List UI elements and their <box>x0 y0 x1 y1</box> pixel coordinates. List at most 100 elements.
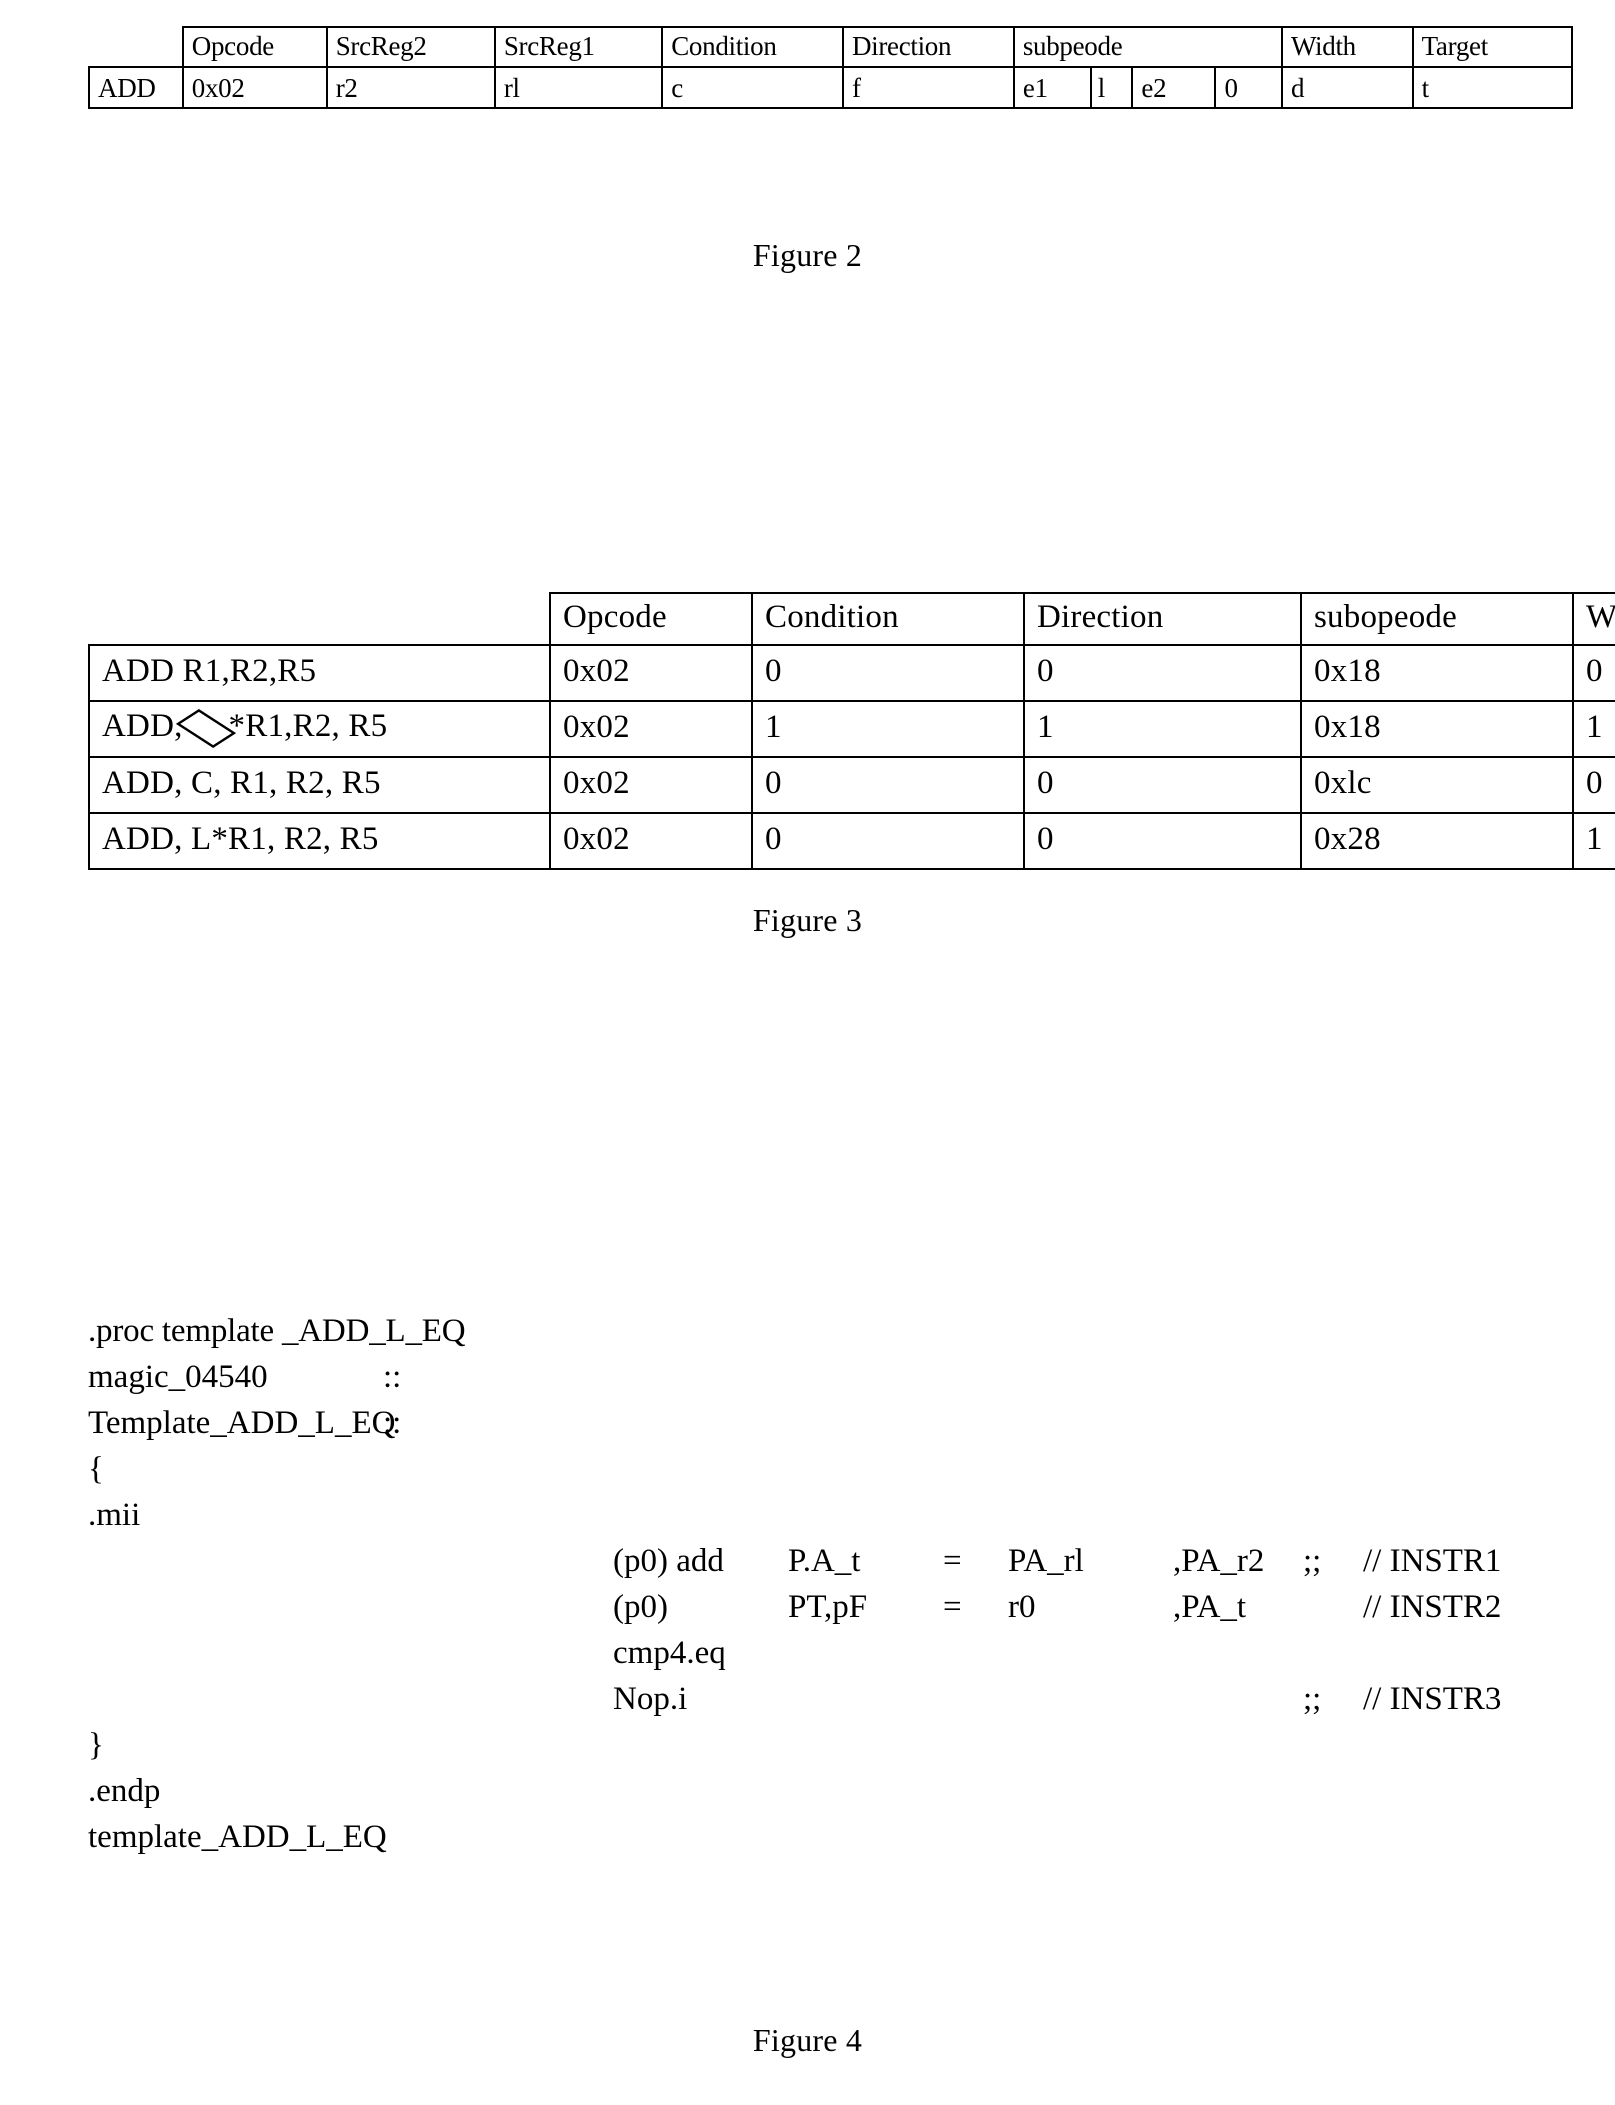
code-line: Template_ADD_L_EQ :: <box>88 1400 1588 1446</box>
cell-condition: 0 <box>751 812 1025 870</box>
cell-width: 0 <box>1572 644 1615 702</box>
code-line-instr3: Nop.i ;; // INSTR3 <box>88 1676 1588 1722</box>
code-equals: = <box>943 1543 962 1579</box>
code-separator: :: <box>383 1359 402 1395</box>
header-cell-target: Target <box>1411 26 1574 68</box>
cell-opcode: 0x02 <box>549 644 753 702</box>
code-line-instr2: (p0) PT,pF = r0 ,PA_t // INSTR2 <box>88 1584 1588 1630</box>
figure-4-code-listing: .proc template _ADD_L_EQ magic_04540 :: … <box>88 1308 1588 1860</box>
cell-opcode: 0x02 <box>549 756 753 814</box>
cell-instruction: ADD, L*R1, R2, R5 <box>88 812 551 870</box>
cell-width: 1 <box>1572 812 1615 870</box>
header-cell-subopcode: subopeode <box>1300 592 1574 646</box>
cell-condition: 0 <box>751 756 1025 814</box>
figure-2-table: Opcode SrcReg2 SrcReg1 Condition Directi… <box>88 26 1574 109</box>
cell-srcreg1: rl <box>493 66 664 109</box>
cell-condition: 1 <box>751 700 1025 758</box>
cell-direction: 1 <box>1023 700 1302 758</box>
code-equals: = <box>943 1589 962 1625</box>
code-comment: // INSTR3 <box>1363 1681 1502 1717</box>
code-src2: ,PA_t <box>1173 1589 1247 1625</box>
figure-2-container: Opcode SrcReg2 SrcReg1 Condition Directi… <box>88 26 1574 109</box>
figure-2-caption: Figure 2 <box>752 237 863 273</box>
cell-sub-e1: e1 <box>1012 66 1092 109</box>
cell-width: 1 <box>1572 700 1615 758</box>
cell-subopcode: 0x28 <box>1300 812 1574 870</box>
cell-subopcode: 0x18 <box>1300 700 1574 758</box>
code-line: cmp4.eq <box>88 1630 1588 1676</box>
cell-instruction: ADD R1,R2,R5 <box>88 644 551 702</box>
code-text: Template_ADD_L_EQ <box>88 1405 396 1441</box>
cell-instruction-prefix: ADD, <box>102 707 183 744</box>
table-row: ADD, C, R1, R2, R5 0x02 0 0 0xlc 0 <box>88 756 1615 814</box>
cell-direction: 0 <box>1023 812 1302 870</box>
code-text: { <box>88 1451 104 1487</box>
header-cell-srcreg1: SrcReg1 <box>493 26 664 68</box>
header-cell-condition: Condition <box>661 26 844 68</box>
cell-width: 0 <box>1572 756 1615 814</box>
cell-target: t <box>1411 66 1574 109</box>
code-stop-bit: ;; <box>1303 1543 1322 1579</box>
cell-instruction: ADD, *R1,R2, R5 <box>88 700 551 758</box>
cell-opcode: 0x02 <box>549 812 753 870</box>
table-header-row: Opcode SrcReg2 SrcReg1 Condition Directi… <box>89 26 1574 68</box>
code-line: { <box>88 1446 1588 1492</box>
code-text: magic_04540 <box>88 1359 268 1395</box>
code-text: template_ADD_L_EQ <box>88 1819 387 1855</box>
header-cell-subopcode: subpeode <box>1012 26 1283 68</box>
code-comment: // INSTR2 <box>1363 1589 1502 1625</box>
code-text: .endp <box>88 1773 161 1809</box>
code-separator: :: <box>383 1405 402 1441</box>
code-src1: r0 <box>1008 1589 1036 1625</box>
cell-direction: 0 <box>1023 756 1302 814</box>
code-src2: ,PA_r2 <box>1173 1543 1265 1579</box>
header-cell-condition: Condition <box>751 592 1025 646</box>
code-text: .mii <box>88 1497 141 1533</box>
cell-sub-zero: 0 <box>1214 66 1283 109</box>
code-text: cmp4.eq <box>613 1635 726 1671</box>
header-cell-direction: Direction <box>841 26 1015 68</box>
code-dest: P.A_t <box>788 1543 861 1579</box>
header-cell-opcode: Opcode <box>549 592 753 646</box>
code-line: .proc template _ADD_L_EQ <box>88 1308 1588 1354</box>
cell-opcode: 0x02 <box>181 66 328 109</box>
cell-direction: 0 <box>1023 644 1302 702</box>
code-line: } <box>88 1722 1588 1768</box>
code-predicate: (p0) <box>613 1589 668 1625</box>
code-dest: PT,pF <box>788 1589 868 1625</box>
header-cell-opcode: Opcode <box>181 26 328 68</box>
table-header-row: Opcode Condition Direction subopeode Wid… <box>89 592 1615 646</box>
figure-3-caption: Figure 3 <box>752 902 863 938</box>
header-cell-blank <box>89 27 183 67</box>
cell-opcode: 0x02 <box>549 700 753 758</box>
code-line-instr1: (p0) add P.A_t = PA_rl ,PA_r2 ;; // INST… <box>88 1538 1588 1584</box>
cell-subopcode: 0xlc <box>1300 756 1574 814</box>
cell-subopcode: 0x18 <box>1300 644 1574 702</box>
code-text: Nop.i <box>613 1681 688 1717</box>
code-line: .endp <box>88 1768 1588 1814</box>
table-row: ADD, *R1,R2, R5 0x02 1 1 0x18 1 <box>88 700 1615 758</box>
header-cell-blank <box>89 593 550 645</box>
code-predicate: (p0) add <box>613 1543 724 1579</box>
code-comment: // INSTR1 <box>1363 1543 1502 1579</box>
code-src1: PA_rl <box>1008 1543 1084 1579</box>
header-cell-srcreg2: SrcReg2 <box>325 26 496 68</box>
code-line: magic_04540 :: <box>88 1354 1588 1400</box>
cell-width: d <box>1280 66 1414 109</box>
code-stop-bit: ;; <box>1303 1681 1322 1717</box>
header-cell-width: Width <box>1572 592 1615 646</box>
code-text: .proc template _ADD_L_EQ <box>88 1313 466 1349</box>
header-cell-direction: Direction <box>1023 592 1302 646</box>
cell-sub-e2: e2 <box>1131 66 1217 109</box>
figure-3-table: Opcode Condition Direction subopeode Wid… <box>88 592 1615 870</box>
cell-mnemonic: ADD <box>88 66 184 109</box>
cell-direction: f <box>841 66 1015 109</box>
header-cell-width: Width <box>1280 26 1414 68</box>
cell-srcreg2: r2 <box>325 66 496 109</box>
figure-3-container: Opcode Condition Direction subopeode Wid… <box>88 592 1615 870</box>
cell-instruction: ADD, C, R1, R2, R5 <box>88 756 551 814</box>
cell-instruction-suffix: *R1,R2, R5 <box>228 707 388 744</box>
diamond-icon <box>175 707 236 748</box>
table-row: ADD R1,R2,R5 0x02 0 0 0x18 0 <box>88 644 1615 702</box>
code-line: .mii <box>88 1492 1588 1538</box>
